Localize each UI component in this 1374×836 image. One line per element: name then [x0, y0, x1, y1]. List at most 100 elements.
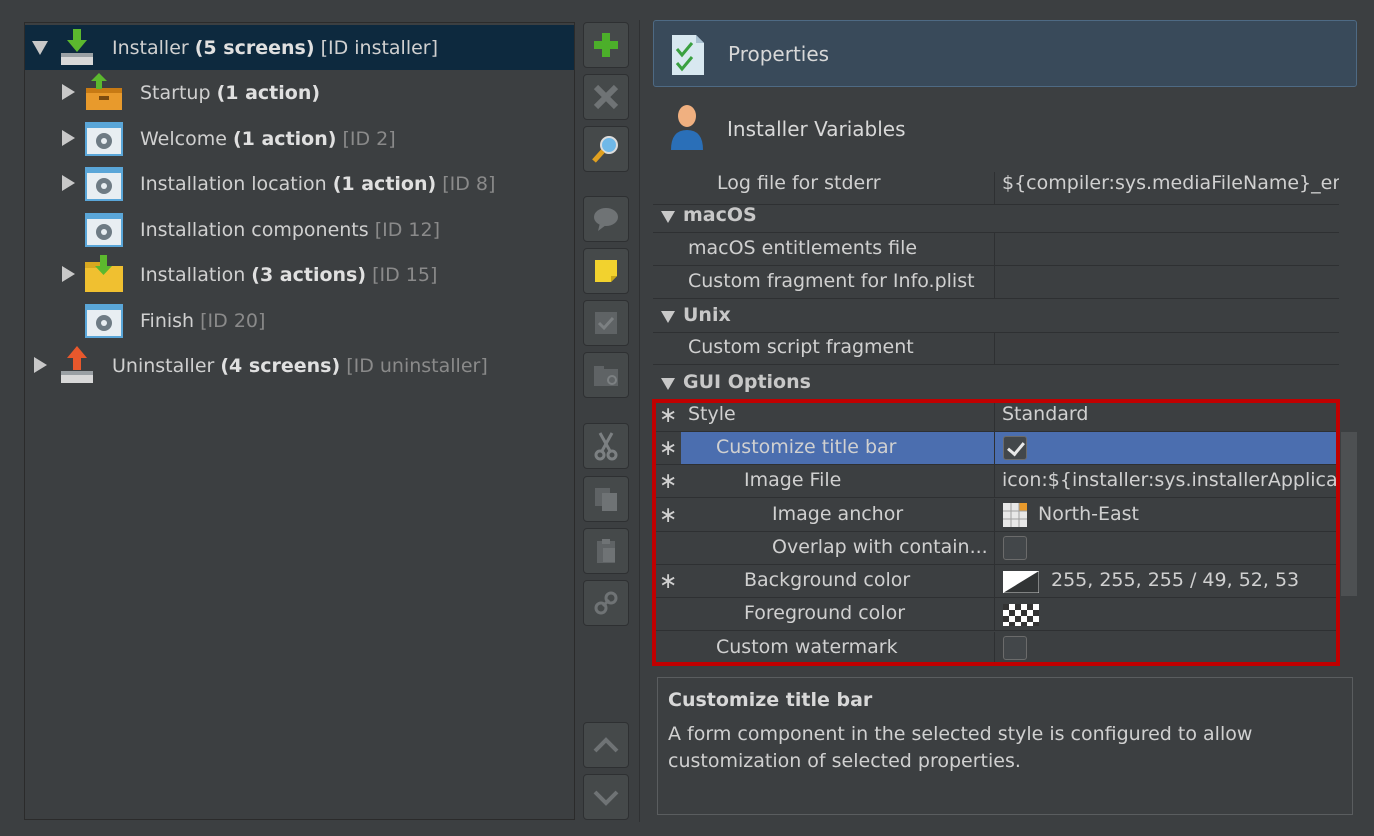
- expand-arrow-icon[interactable]: [34, 357, 47, 373]
- properties-label: Properties: [728, 41, 830, 66]
- property-grid[interactable]: Log file for stderr ${compiler:sys.media…: [653, 172, 1339, 664]
- tree-item-label: Welcome (1 action) [ID 2]: [140, 127, 396, 150]
- folder-download-icon: [85, 255, 123, 292]
- tree-item-startup[interactable]: Startup (1 action): [25, 70, 574, 115]
- move-down-icon: [593, 790, 619, 806]
- user-icon: [671, 105, 703, 150]
- add-button[interactable]: [583, 22, 629, 68]
- property-row-customize-title-bar[interactable]: ∗ Customize title bar: [653, 432, 1339, 465]
- comment-icon: [594, 208, 618, 231]
- property-row-overlap[interactable]: Overlap with contain...: [653, 532, 1339, 565]
- installer-variables-button[interactable]: Installer Variables: [653, 98, 1357, 160]
- installer-variables-label: Installer Variables: [727, 117, 906, 141]
- style-value[interactable]: Standard: [1002, 403, 1088, 425]
- image-file-value[interactable]: icon:${installer:sys.installerApplica...: [1002, 469, 1339, 491]
- properties-checklist-icon: [672, 35, 704, 75]
- property-row-info-plist[interactable]: Custom fragment for Info.plist: [653, 266, 1339, 299]
- tree-item-welcome[interactable]: Welcome (1 action) [ID 2]: [25, 116, 574, 161]
- screen-gear-icon: [85, 167, 123, 201]
- anchor-grid-icon: [1003, 503, 1027, 527]
- description-panel: Customize title bar A form component in …: [657, 677, 1353, 815]
- tree-item-label: Installation (3 actions) [ID 15]: [140, 263, 438, 286]
- cut-button[interactable]: [583, 423, 629, 469]
- category-macos[interactable]: macOS: [653, 200, 1339, 233]
- paste-icon: [597, 539, 615, 563]
- screen-gear-icon: [85, 213, 123, 247]
- cut-icon: [594, 432, 618, 461]
- check-icon: [595, 312, 617, 334]
- collapse-arrow-icon[interactable]: [661, 311, 675, 323]
- tree-item-installation-components[interactable]: Installation components [ID 12]: [25, 207, 574, 252]
- description-text: A form component in the selected style i…: [668, 723, 1253, 772]
- category-gui-options[interactable]: GUI Options: [653, 367, 1339, 400]
- tree-item-label: Finish [ID 20]: [140, 309, 266, 332]
- modified-marker: ∗: [659, 503, 678, 528]
- collapse-arrow-icon[interactable]: [661, 378, 675, 390]
- expand-arrow-icon[interactable]: [62, 175, 75, 191]
- folder-button[interactable]: [583, 352, 629, 398]
- property-grid-scrollbar[interactable]: [1341, 432, 1357, 596]
- tree-item-label: Installation components [ID 12]: [140, 218, 440, 241]
- screen-gear-icon: [85, 122, 123, 156]
- expand-arrow-icon[interactable]: [62, 130, 75, 146]
- expand-arrow-icon[interactable]: [62, 84, 75, 100]
- note-icon: [595, 260, 617, 282]
- properties-section-button[interactable]: Properties: [653, 20, 1357, 87]
- property-row-style[interactable]: ∗ Style Standard: [653, 399, 1339, 432]
- tree-item-uninstaller[interactable]: Uninstaller (4 screens) [ID uninstaller]: [25, 343, 574, 388]
- folder-icon: [594, 366, 618, 386]
- property-row-macos-entitlements[interactable]: macOS entitlements file: [653, 233, 1339, 266]
- tree-item-label: Uninstaller (4 screens) [ID uninstaller]: [112, 354, 488, 377]
- installer-icon: [61, 29, 93, 65]
- color-swatch-icon[interactable]: [1003, 571, 1039, 593]
- move-down-button[interactable]: [583, 774, 629, 820]
- add-icon: [594, 33, 618, 57]
- link-icon: [594, 591, 618, 615]
- paste-button[interactable]: [583, 528, 629, 574]
- uninstaller-icon: [61, 346, 93, 383]
- background-color-value[interactable]: 255, 255, 255 / 49, 52, 53: [1051, 569, 1299, 591]
- search-button[interactable]: [583, 126, 629, 172]
- link-button[interactable]: [583, 580, 629, 626]
- property-row-custom-watermark[interactable]: Custom watermark: [653, 632, 1339, 664]
- property-row-image-anchor[interactable]: ∗ Image anchor North-East: [653, 499, 1339, 532]
- property-row-image-file[interactable]: ∗ Image File icon:${installer:sys.instal…: [653, 465, 1339, 498]
- category-unix[interactable]: Unix: [653, 300, 1339, 333]
- tree-item-installation-location[interactable]: Installation location (1 action) [ID 8]: [25, 161, 574, 206]
- modified-marker: ∗: [659, 569, 678, 594]
- property-row-foreground-color[interactable]: Foreground color: [653, 598, 1339, 631]
- tree-item-finish[interactable]: Finish [ID 20]: [25, 298, 574, 343]
- screen-gear-icon: [85, 304, 123, 338]
- search-icon: [592, 136, 618, 163]
- image-anchor-value[interactable]: North-East: [1038, 503, 1139, 525]
- delete-button[interactable]: [583, 74, 629, 120]
- property-row-custom-script[interactable]: Custom script fragment: [653, 332, 1339, 365]
- tree-item-installation[interactable]: Installation (3 actions) [ID 15]: [25, 252, 574, 297]
- collapse-arrow-icon[interactable]: [661, 211, 675, 223]
- expand-arrow-icon[interactable]: [62, 266, 75, 282]
- panel-divider[interactable]: [639, 20, 640, 822]
- delete-icon: [593, 84, 619, 110]
- comment-button[interactable]: [583, 196, 629, 242]
- tree-item-label: Installation location (1 action) [ID 8]: [140, 172, 496, 195]
- description-title: Customize title bar: [668, 689, 873, 711]
- copy-button[interactable]: [583, 476, 629, 522]
- note-button[interactable]: [583, 248, 629, 294]
- tree-item-label: Startup (1 action): [140, 81, 321, 104]
- transparent-swatch-icon[interactable]: [1003, 604, 1039, 626]
- overlap-checkbox[interactable]: [1003, 536, 1027, 560]
- expand-arrow-icon[interactable]: [32, 41, 48, 55]
- customize-title-bar-checkbox[interactable]: [1003, 436, 1027, 460]
- tree-item-installer[interactable]: Installer (5 screens) [ID installer]: [25, 25, 574, 70]
- modified-marker: ∗: [659, 469, 678, 494]
- move-up-icon: [593, 737, 619, 753]
- startup-box-icon: [86, 73, 122, 110]
- custom-watermark-checkbox[interactable]: [1003, 636, 1027, 660]
- check-button[interactable]: [583, 300, 629, 346]
- screens-tree[interactable]: Installer (5 screens) [ID installer] Sta…: [24, 22, 575, 820]
- tree-item-label: Installer (5 screens) [ID installer]: [112, 36, 439, 59]
- move-up-button[interactable]: [583, 722, 629, 768]
- property-row-background-color[interactable]: ∗ Background color 255, 255, 255 / 49, 5…: [653, 565, 1339, 598]
- modified-marker: ∗: [659, 436, 678, 461]
- modified-marker: ∗: [659, 403, 678, 428]
